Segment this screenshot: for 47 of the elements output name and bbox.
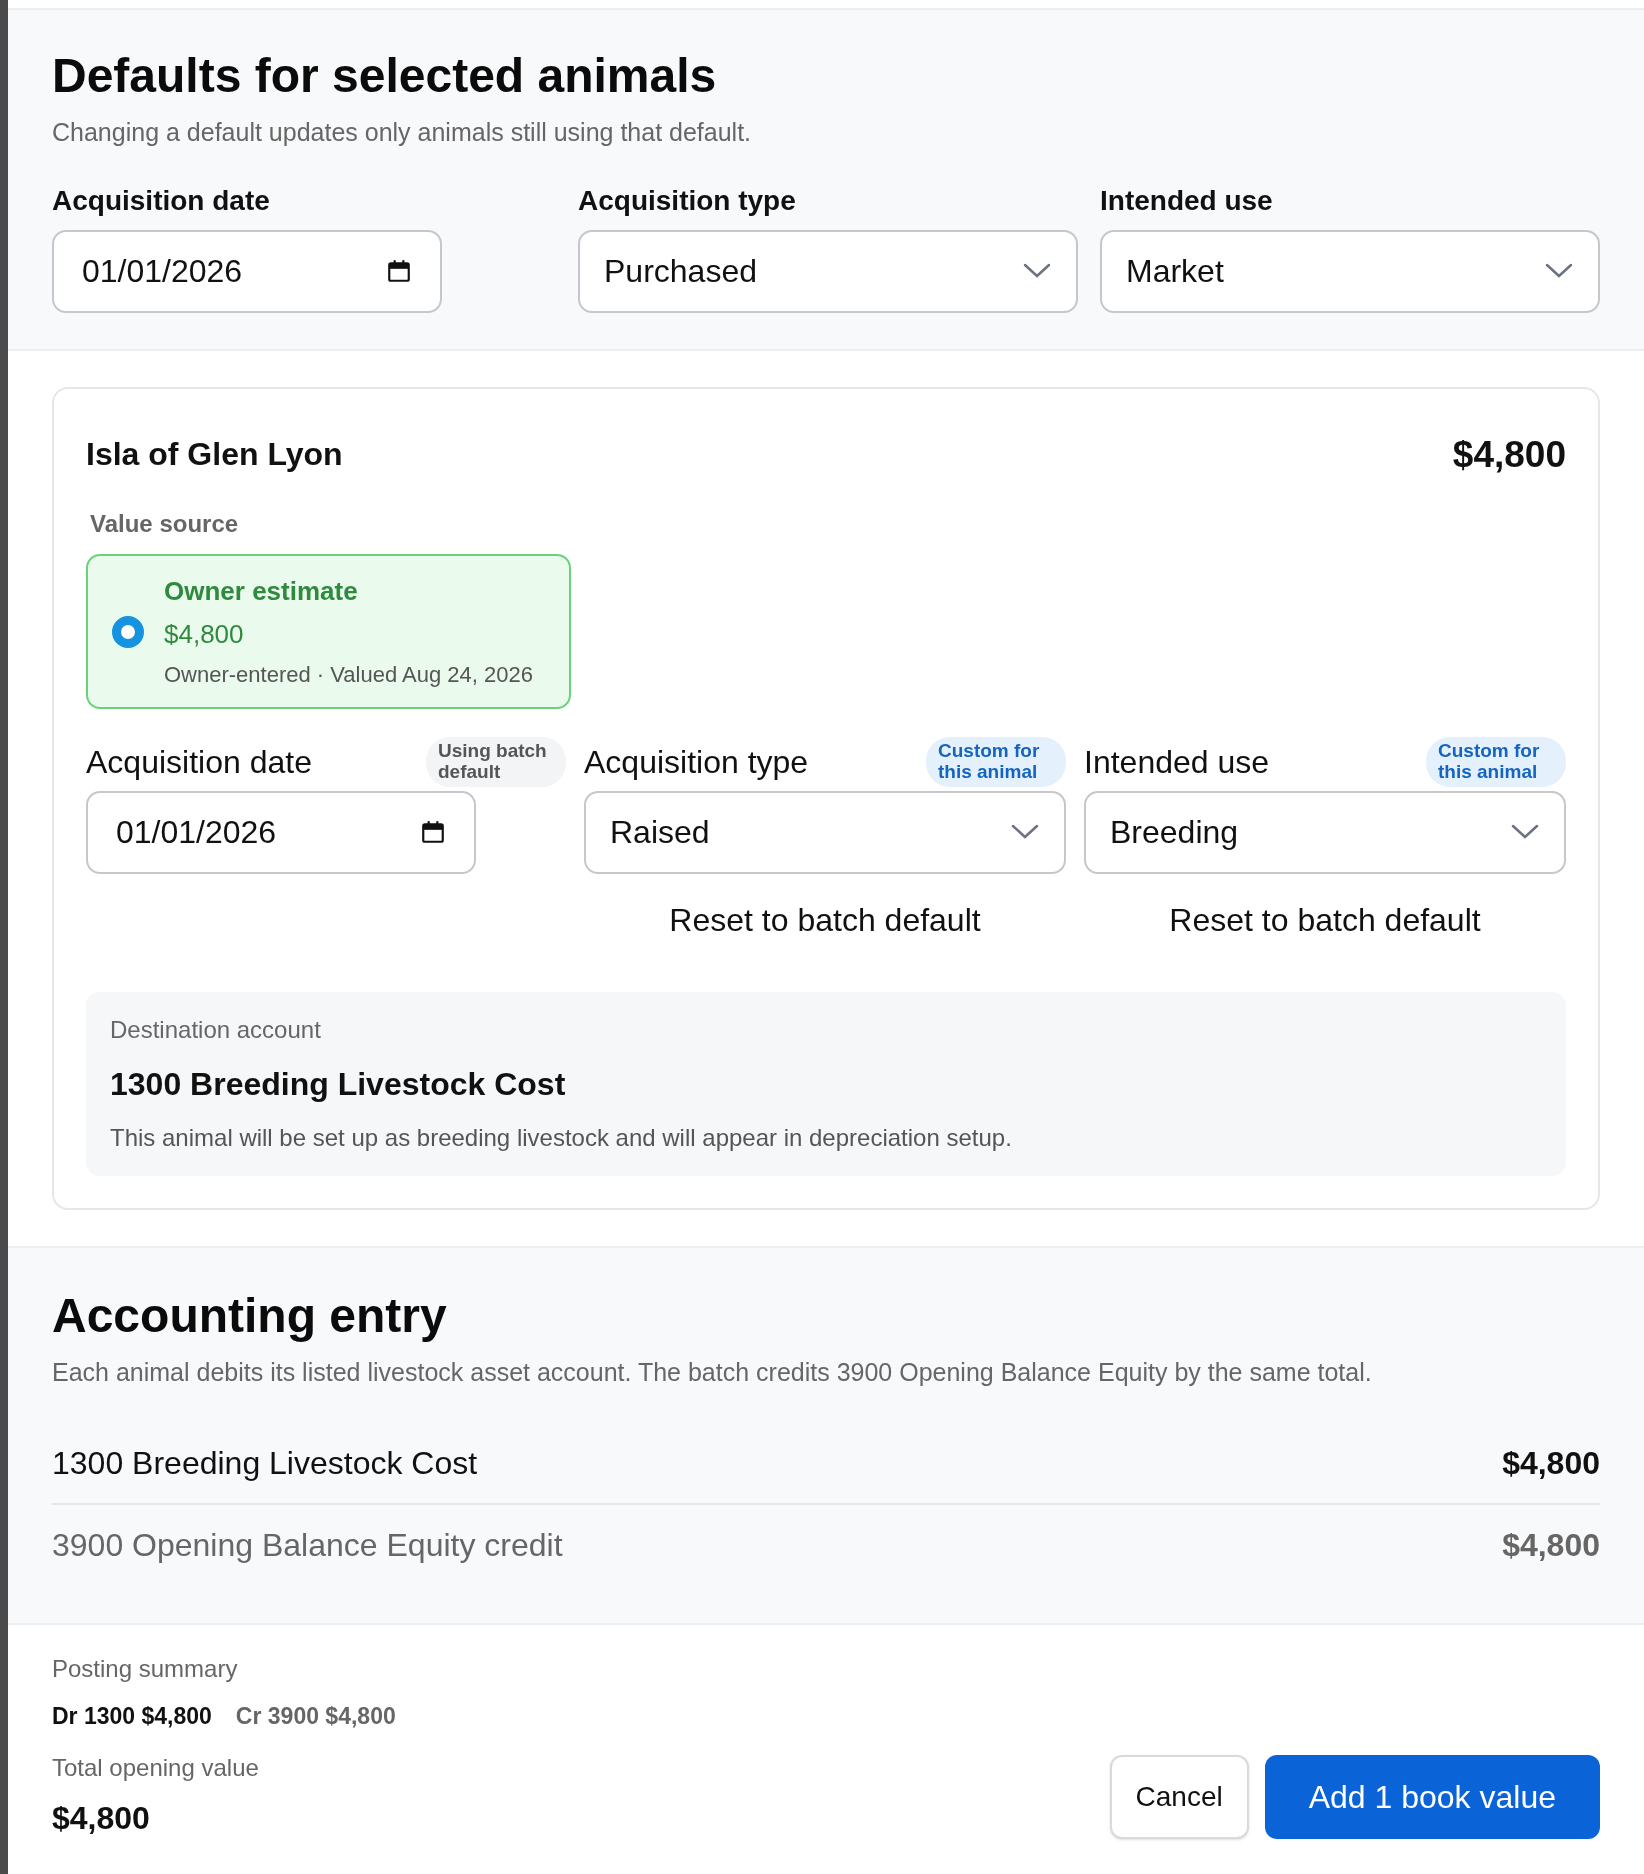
option-amount: $4,800: [164, 618, 245, 651]
entry-account: 3900 Opening Balance Equity credit: [52, 1526, 563, 1566]
entry-account: 1300 Breeding Livestock Cost: [52, 1444, 478, 1484]
field-label: Intended use: [1084, 742, 1270, 782]
posting-entry: Dr 1300 $4,800: [52, 1702, 212, 1732]
section-title: Defaults for selected animals: [52, 48, 718, 104]
chevron-down-icon: [1022, 262, 1052, 280]
entry-amount: $4,800: [1502, 1444, 1600, 1484]
select-dropdown[interactable]: Purchased: [578, 229, 1078, 313]
section-description: Each animal debits its listed livestock asset account. The batch credits 3900 Opening Balance Equity by the same total.: [52, 1356, 1373, 1388]
date-field[interactable]: 01/01/2026: [52, 229, 442, 313]
destination-label: Destination account: [110, 1014, 322, 1045]
primary-button[interactable]: Add 1 book value: [1264, 1755, 1600, 1840]
total-label: Total opening value: [52, 1752, 260, 1783]
animal-value: $4,800: [1452, 432, 1566, 477]
field-label: Acquisition type: [584, 742, 809, 782]
date-field[interactable]: 01/01/2026: [86, 790, 476, 874]
field-label: Acquisition type: [578, 183, 797, 218]
section-title: Accounting entry: [52, 1287, 448, 1344]
calendar-icon: [420, 819, 446, 846]
posting-label: Posting summary: [52, 1654, 239, 1685]
total-value: $4,800: [52, 1798, 151, 1838]
animal-name: Isla of Glen Lyon: [86, 435, 343, 475]
radio-button[interactable]: [112, 615, 144, 648]
chevron-down-icon: [1544, 262, 1574, 280]
option-title: Owner estimate: [164, 575, 359, 608]
entry-amount: $4,800: [1502, 1526, 1600, 1566]
field-label: Acquisition date: [86, 742, 312, 782]
select-dropdown[interactable]: Market: [1100, 229, 1600, 313]
value-source-label: Value source: [90, 509, 240, 539]
section-subtitle: Changing a default updates only animals still using that default.: [52, 117, 753, 148]
posting-entry: Cr 3900 $4,800: [235, 1702, 396, 1732]
destination-note: This animal will be set up as breeding livestock and will appear in depreciation setup.: [110, 1122, 1013, 1153]
field-label: Intended use: [1100, 183, 1274, 218]
value-source-option[interactable]: Owner estimate $4,800 Owner-entered · Valued Aug 24, 2026: [86, 554, 571, 709]
status-badge: Custom for this animal: [1426, 737, 1566, 787]
field-label: Acquisition date: [52, 183, 271, 218]
select-dropdown[interactable]: Breeding: [1084, 790, 1566, 874]
reset-button[interactable]: Reset to batch default: [1169, 895, 1481, 944]
status-badge: Using batch default: [426, 737, 566, 787]
select-dropdown[interactable]: Raised: [584, 790, 1066, 874]
status-badge: Custom for this animal: [926, 737, 1066, 787]
calendar-icon: [386, 258, 412, 284]
destination-account: 1300 Breeding Livestock Cost: [110, 1064, 567, 1104]
option-meta: Owner-entered · Valued Aug 24, 2026: [164, 661, 533, 689]
reset-button[interactable]: Reset to batch default: [669, 895, 981, 944]
cancel-button[interactable]: Cancel: [1109, 1755, 1249, 1840]
